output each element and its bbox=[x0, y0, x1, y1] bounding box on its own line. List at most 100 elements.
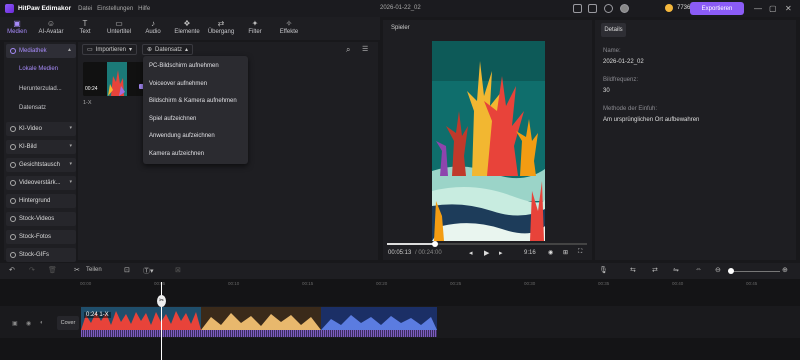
sidebar-item-hintergrund[interactable]: Hintergrund bbox=[6, 194, 76, 208]
list-view-icon[interactable]: ☰ bbox=[362, 45, 368, 53]
close-icon[interactable]: ✕ bbox=[785, 4, 792, 13]
timeline-ruler[interactable]: 00:00 00:05 00:10 00:15 00:20 00:25 00:30 00:35… bbox=[80, 279, 800, 289]
next-frame-icon[interactable]: ▸ bbox=[499, 249, 503, 257]
sidebar-sub-downloads[interactable]: Herunterzulad... bbox=[19, 86, 62, 92]
zoom-in-icon[interactable]: ⊕ bbox=[782, 266, 788, 274]
sidebar-item-icon bbox=[10, 198, 16, 204]
help-icon[interactable] bbox=[604, 4, 613, 13]
sidebar-item-ki-video[interactable]: KI-Video ▾ bbox=[6, 122, 76, 136]
tab-details[interactable]: Details bbox=[601, 23, 626, 37]
menu-item-record-0[interactable]: PC-Bildschirm aufnehmen bbox=[149, 63, 219, 69]
mute-icon[interactable]: ◐ bbox=[40, 320, 44, 326]
sidebar-sub-local-media[interactable]: Lokale Medien bbox=[19, 66, 58, 72]
playhead-handle[interactable]: ✂ bbox=[157, 295, 166, 307]
download-icon[interactable] bbox=[588, 4, 597, 13]
minimize-icon[interactable]: — bbox=[754, 4, 762, 13]
dataset-button[interactable]: ⊕ Datensatz ▴ bbox=[142, 44, 194, 55]
zoom-out-icon[interactable]: ⊖ bbox=[715, 266, 721, 274]
toolbar-elemente[interactable]: ❖ Elemente bbox=[170, 17, 204, 40]
cover-button[interactable]: Cover bbox=[57, 316, 79, 330]
chevron-down-icon: ▾ bbox=[69, 125, 72, 131]
audio-detach-icon[interactable]: ⇋ bbox=[673, 266, 679, 274]
menu-item-record-5[interactable]: Kamera aufzeichnen bbox=[149, 151, 204, 157]
sidebar-item-gesichtstausch[interactable]: Gesichtstausch ▾ bbox=[6, 158, 76, 172]
prev-frame-icon[interactable]: ◂ bbox=[469, 249, 473, 257]
transition-icon: ⇄ bbox=[217, 19, 225, 28]
toolbar-label: Audio bbox=[145, 29, 161, 35]
sidebar-item-stock-gifs[interactable]: Stock-GIFs bbox=[6, 248, 76, 262]
camera-icon[interactable]: ◉ bbox=[548, 249, 553, 256]
video-preview[interactable] bbox=[432, 41, 545, 241]
crop-tool-icon[interactable]: ⊠ bbox=[175, 266, 181, 274]
sidebar-item-icon bbox=[10, 126, 16, 132]
redo-icon[interactable]: ↷ bbox=[29, 266, 35, 274]
clip-duration: 00:24 bbox=[85, 86, 98, 92]
avatar[interactable] bbox=[620, 4, 629, 13]
sidebar-item-icon bbox=[10, 144, 16, 150]
timeline-clip[interactable] bbox=[81, 307, 437, 330]
undo-icon[interactable]: ↶ bbox=[9, 266, 15, 274]
fit-icon[interactable]: ⇔ bbox=[695, 266, 702, 273]
lock-icon[interactable]: ▣ bbox=[12, 320, 18, 327]
menu-item-record-1[interactable]: Voiceover aufnehmen bbox=[149, 81, 207, 87]
maximize-icon[interactable]: ▢ bbox=[769, 4, 777, 13]
visibility-icon[interactable]: ◉ bbox=[26, 320, 31, 327]
toolbar-untertitel[interactable]: ▭ Untertitel bbox=[102, 17, 136, 40]
scrubber-handle[interactable] bbox=[432, 241, 438, 247]
sidebar-item-icon bbox=[10, 252, 16, 258]
sidebar-item-videoverst-rk-[interactable]: Videoverstärk... ▾ bbox=[6, 176, 76, 190]
microphone-icon[interactable]: 🎙 bbox=[599, 266, 608, 274]
track-toggle-icon[interactable]: ⇄ bbox=[652, 266, 658, 274]
fullscreen-icon[interactable]: ⛶ bbox=[578, 249, 582, 256]
chevron-down-icon: ▾ bbox=[69, 143, 72, 149]
sidebar-sub-dataset[interactable]: Datensatz bbox=[19, 105, 46, 111]
scrubber-progress bbox=[387, 243, 435, 245]
crop-icon[interactable]: ⊞ bbox=[563, 249, 568, 256]
menu-item-record-3[interactable]: Spiel aufzeichnen bbox=[149, 116, 196, 122]
sidebar-item-stock-fotos[interactable]: Stock-Fotos bbox=[6, 230, 76, 244]
details-panel: Details Name: 2026-01-22_02 Bildfrequenz… bbox=[595, 20, 796, 260]
project-title: 2026-01-22_02 bbox=[380, 5, 421, 11]
search-icon[interactable]: ⌕ bbox=[346, 45, 350, 55]
avatar-icon: ☺ bbox=[46, 19, 56, 28]
menu-help[interactable]: Hilfe bbox=[138, 6, 150, 12]
tab-details-label: Details bbox=[604, 27, 623, 33]
sidebar-item-stock-videos[interactable]: Stock-Videos bbox=[6, 212, 76, 226]
menu-item-record-4[interactable]: Anwendung aufzeichnen bbox=[149, 133, 215, 139]
message-icon[interactable] bbox=[573, 4, 582, 13]
sidebar-item-ki-bild[interactable]: KI-Bild ▾ bbox=[6, 140, 76, 154]
aspect-ratio-select[interactable]: 9:16 bbox=[524, 250, 536, 256]
menu-file[interactable]: Datei bbox=[78, 6, 92, 12]
toolbar-filter[interactable]: ✦ Filter bbox=[238, 17, 272, 40]
sidebar-item-label: Videoverstärk... bbox=[19, 180, 61, 186]
snap-icon[interactable]: ⊡ bbox=[124, 266, 130, 274]
export-button[interactable]: Exportieren bbox=[690, 2, 744, 15]
import-button[interactable]: ▭ Importieren ▾ bbox=[82, 44, 138, 55]
toolbar-medien[interactable]: ▣ Medien bbox=[0, 17, 34, 40]
toolbar-text[interactable]: T Text bbox=[68, 17, 102, 40]
zoom-slider-handle[interactable] bbox=[728, 268, 734, 274]
toolbar-audio[interactable]: ♪ Audio bbox=[136, 17, 170, 40]
toolbar-ai-avatar[interactable]: ☺ AI-Avatar bbox=[34, 17, 68, 40]
menu-settings[interactable]: Einstellungen bbox=[97, 6, 133, 12]
elements-icon: ❖ bbox=[183, 19, 191, 28]
toolbar-label: Filter bbox=[248, 29, 262, 35]
filter-icon: ✦ bbox=[251, 19, 259, 28]
sidebar-item-label: KI-Bild bbox=[19, 144, 37, 150]
toolbar-effekte[interactable]: ✧ Effekte bbox=[272, 17, 306, 40]
playhead[interactable] bbox=[161, 282, 162, 360]
toolbar-label: AI-Avatar bbox=[38, 29, 64, 35]
media-clip-thumbnail[interactable]: 00:24 bbox=[83, 62, 145, 96]
scissors-icon[interactable]: ✂ bbox=[74, 266, 80, 274]
zoom-slider[interactable] bbox=[728, 271, 780, 272]
total-time: / 00:24:00 bbox=[415, 250, 442, 256]
track-split-icon[interactable]: ⇆ bbox=[630, 266, 636, 274]
play-icon[interactable]: ▶ bbox=[484, 249, 489, 257]
menu-item-record-2[interactable]: Bildschirm & Kamera aufnehmen bbox=[149, 98, 237, 104]
toolbar--bergang[interactable]: ⇄ Übergang bbox=[204, 17, 238, 40]
text-tool-icon[interactable]: Ⓣ▾ bbox=[143, 266, 154, 276]
sidebar-item-mediathek[interactable]: Mediathek ▲ bbox=[6, 44, 76, 58]
player-scrubber[interactable] bbox=[387, 243, 587, 245]
delete-icon[interactable]: 🗑 bbox=[48, 266, 57, 274]
split-button[interactable]: Teilen bbox=[86, 267, 102, 273]
